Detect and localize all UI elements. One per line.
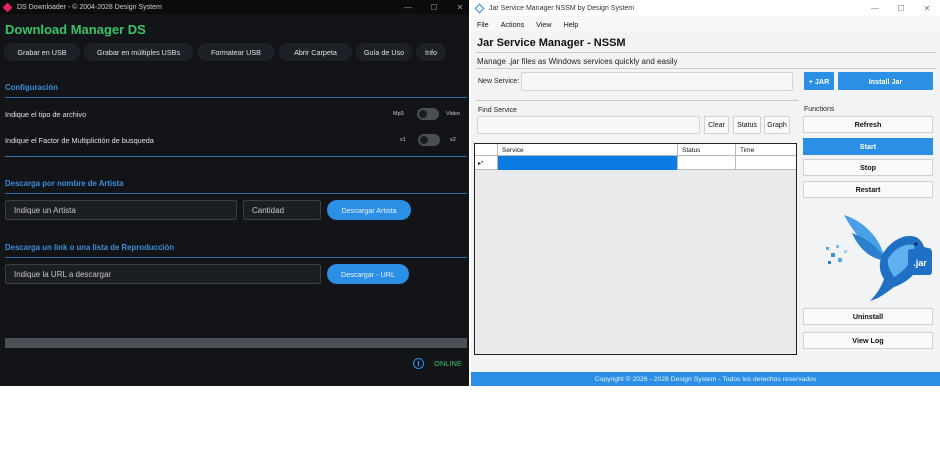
- column-header-service[interactable]: Service: [497, 144, 677, 156]
- divider: [475, 100, 798, 101]
- toggle-knob: [420, 136, 428, 144]
- graph-button[interactable]: Graph: [764, 116, 790, 134]
- uninstall-button[interactable]: Uninstall: [803, 308, 933, 325]
- close-icon[interactable]: ✕: [447, 3, 469, 12]
- find-service-label: Find Service: [478, 107, 517, 114]
- close-icon[interactable]: ✕: [914, 4, 940, 13]
- nav-abrir-carpeta-button[interactable]: Abrir Carpeta: [279, 43, 352, 61]
- quantity-input[interactable]: Cantidad: [243, 200, 321, 220]
- new-service-input[interactable]: [521, 72, 793, 91]
- maximize-icon[interactable]: ☐: [421, 3, 447, 12]
- file-type-on-label: Video: [446, 111, 460, 117]
- jar-service-manager-window: Jar Service Manager NSSM by Design Syste…: [471, 0, 940, 386]
- section-divider: [5, 257, 467, 258]
- link-section-title: Descarga un link o una lista de Reproduc…: [5, 243, 174, 252]
- functions-label: Functions: [804, 106, 835, 113]
- find-service-input[interactable]: [477, 116, 700, 134]
- cell-status[interactable]: [677, 156, 735, 170]
- nav-guia-uso-button[interactable]: Guía de Uso: [356, 43, 412, 61]
- row-indicator: ▸*: [478, 160, 484, 167]
- stop-button[interactable]: Stop: [803, 159, 933, 176]
- clear-button[interactable]: Clear: [704, 116, 729, 134]
- url-input[interactable]: Indique la URL a descargar: [5, 264, 321, 284]
- cell-service[interactable]: [497, 156, 677, 170]
- app-icon: [2, 2, 13, 12]
- window-controls: — ☐ ✕: [862, 0, 940, 16]
- start-button[interactable]: Start: [803, 138, 933, 155]
- nav-info-button[interactable]: Info: [416, 43, 446, 61]
- window-title: Jar Service Manager NSSM by Design Syste…: [489, 4, 635, 12]
- new-service-label: New Service:: [478, 78, 520, 85]
- menu-actions[interactable]: Actions: [495, 20, 531, 29]
- factor-off-label: x1: [400, 137, 406, 143]
- divider: [475, 68, 936, 69]
- divider: [475, 52, 936, 53]
- connection-status: ONLINE: [434, 359, 462, 368]
- file-type-off-label: Mp3: [393, 111, 404, 117]
- page-subtitle: Manage .jar files as Windows services qu…: [477, 57, 678, 66]
- window-title: DS Downloader - © 2004-2028 Design Syste…: [17, 3, 162, 11]
- factor-on-label: x2: [450, 137, 456, 143]
- factor-label: Indique el Factor de Multiplictión de bu…: [5, 136, 154, 145]
- jar-bird-logo: .jar: [826, 215, 932, 301]
- app-brand: Download Manager DS: [5, 22, 146, 37]
- install-jar-button[interactable]: Install Jar: [838, 72, 933, 90]
- nav-formatear-usb-button[interactable]: Formatear USB: [197, 43, 275, 61]
- window-controls: — ☐ ✕: [395, 0, 469, 14]
- titlebar: DS Downloader - © 2004-2028 Design Syste…: [0, 0, 469, 14]
- services-table[interactable]: Service Status Time ▸*: [474, 143, 797, 355]
- minimize-icon[interactable]: —: [395, 3, 421, 12]
- app-icon: [474, 3, 485, 13]
- status-button[interactable]: Status: [733, 116, 761, 134]
- section-divider: [5, 156, 467, 157]
- jar-logo-text: .jar: [913, 258, 927, 268]
- nav-grabar-multiples-usb-button[interactable]: Grabar en múltiples USBs: [84, 43, 193, 61]
- info-icon[interactable]: i: [413, 358, 424, 369]
- file-type-toggle[interactable]: [417, 108, 439, 120]
- section-divider: [5, 97, 467, 98]
- minimize-icon[interactable]: —: [862, 4, 888, 13]
- toggle-knob: [419, 110, 427, 118]
- download-url-button[interactable]: Descargar - URL: [327, 264, 409, 284]
- add-jar-button[interactable]: + JAR: [804, 72, 834, 90]
- top-nav: Grabar en USB Grabar en múltiples USBs F…: [4, 43, 469, 61]
- footer: Copyright © 2026 - 2028 Design System - …: [471, 372, 940, 386]
- column-header-status[interactable]: Status: [677, 144, 735, 156]
- restart-button[interactable]: Restart: [803, 181, 933, 198]
- nav-grabar-usb-button[interactable]: Grabar en USB: [4, 43, 80, 61]
- titlebar: Jar Service Manager NSSM by Design Syste…: [471, 0, 940, 16]
- desktop: DS Downloader - © 2004-2028 Design Syste…: [0, 0, 940, 453]
- ds-downloader-window: DS Downloader - © 2004-2028 Design Syste…: [0, 0, 469, 386]
- artist-input[interactable]: Indique un Artista: [5, 200, 237, 220]
- page-title: Jar Service Manager - NSSM: [477, 37, 626, 49]
- table-row[interactable]: ▸*: [475, 156, 796, 170]
- menu-help[interactable]: Help: [558, 20, 585, 29]
- menu-file[interactable]: File: [471, 20, 495, 29]
- menu-bar: File Actions View Help: [471, 17, 940, 31]
- view-log-button[interactable]: View Log: [803, 332, 933, 349]
- table-header: Service Status Time: [475, 144, 796, 156]
- maximize-icon[interactable]: ☐: [888, 4, 914, 13]
- download-progress-bar: [5, 338, 467, 348]
- refresh-button[interactable]: Refresh: [803, 116, 933, 133]
- file-type-label: Indique el tipo de archivo: [5, 110, 87, 119]
- artist-section-title: Descarga por nombre de Artista: [5, 179, 124, 188]
- menu-view[interactable]: View: [530, 20, 557, 29]
- config-section-title: Configuración: [5, 83, 58, 92]
- factor-toggle[interactable]: [418, 134, 440, 146]
- section-divider: [5, 193, 467, 194]
- cell-time[interactable]: [735, 156, 796, 170]
- column-header-time[interactable]: Time: [735, 144, 796, 156]
- download-artist-button[interactable]: Descargar Artista: [327, 200, 411, 220]
